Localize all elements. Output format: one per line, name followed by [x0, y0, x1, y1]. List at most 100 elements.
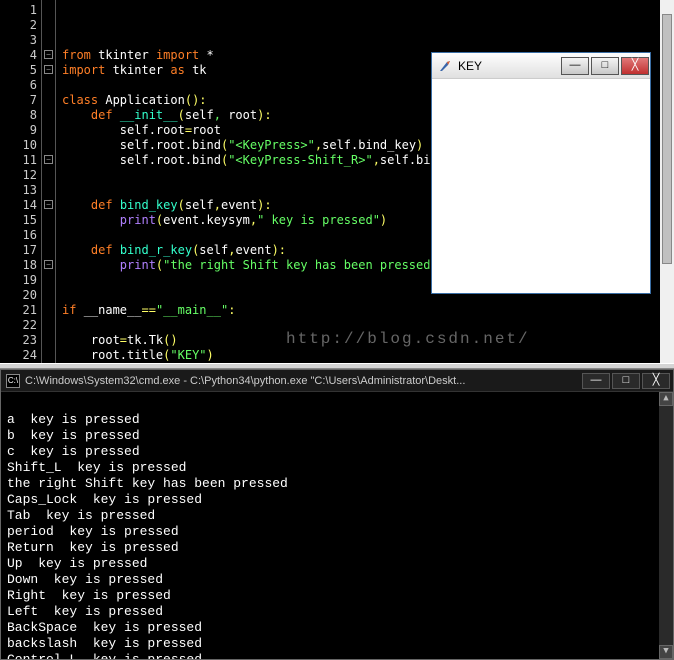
line-number: 8	[0, 108, 37, 123]
tkinter-app-window: KEY — □ ╳	[431, 52, 651, 294]
editor-vertical-scrollbar[interactable]	[660, 0, 674, 363]
cmd-vertical-scrollbar[interactable]: ▲ ▼	[659, 392, 673, 659]
token: print	[120, 213, 156, 227]
token: )	[380, 213, 387, 227]
token: def	[91, 108, 120, 122]
token	[62, 213, 120, 227]
token: self	[185, 108, 214, 122]
tk-feather-icon	[438, 59, 452, 73]
console-line: Down key is pressed	[7, 572, 667, 588]
scrollbar-thumb[interactable]	[662, 14, 672, 264]
console-line: period key is pressed	[7, 524, 667, 540]
token: self.root	[62, 123, 185, 137]
cmd-icon: C:\	[6, 374, 20, 388]
cmd-minimize-button[interactable]: —	[582, 373, 610, 389]
token: __name__	[84, 303, 142, 317]
token: import	[62, 63, 105, 77]
token: self.bind_key	[322, 138, 416, 152]
fold-toggle[interactable]: −	[44, 65, 53, 74]
token: as	[170, 63, 184, 77]
token: "the right Shift key has been pressed"	[163, 258, 438, 272]
token: :	[228, 303, 235, 317]
tk-window-title: KEY	[458, 59, 560, 73]
token: ==	[141, 303, 155, 317]
tk-minimize-button[interactable]: —	[561, 57, 589, 75]
line-number: 21	[0, 303, 37, 318]
console-line: backslash key is pressed	[7, 636, 667, 652]
token: tkinter	[91, 48, 156, 62]
line-number: 20	[0, 288, 37, 303]
token: Application	[105, 93, 184, 107]
code-line[interactable]: root.title("KEY")	[62, 348, 674, 363]
console-line: Caps_Lock key is pressed	[7, 492, 667, 508]
console-line: Left key is pressed	[7, 604, 667, 620]
line-number: 4	[0, 48, 37, 63]
fold-toggle[interactable]: −	[44, 155, 53, 164]
token: self	[199, 243, 228, 257]
token: ,	[214, 108, 221, 122]
token: def	[91, 198, 120, 212]
token: class	[62, 93, 105, 107]
line-number: 18	[0, 258, 37, 273]
line-number: 13	[0, 183, 37, 198]
tk-titlebar[interactable]: KEY — □ ╳	[432, 53, 650, 79]
line-number: 11	[0, 153, 37, 168]
console-line: b key is pressed	[7, 428, 667, 444]
console-line	[7, 396, 667, 412]
fold-column: − − − − −	[42, 0, 56, 363]
code-line[interactable]: if __name__=="__main__":	[62, 303, 674, 318]
token: tk	[185, 63, 207, 77]
fold-toggle[interactable]: −	[44, 200, 53, 209]
line-number: 2	[0, 18, 37, 33]
cmd-output-area[interactable]: a key is pressedb key is pressedc key is…	[1, 392, 673, 659]
cmd-window: C:\ C:\Windows\System32\cmd.exe - C:\Pyt…	[0, 369, 674, 660]
token: event.keysym	[163, 213, 250, 227]
token: (	[178, 198, 185, 212]
token: )	[416, 138, 423, 152]
line-number: 9	[0, 123, 37, 138]
token: def	[91, 243, 120, 257]
line-number: 7	[0, 93, 37, 108]
cmd-titlebar[interactable]: C:\ C:\Windows\System32\cmd.exe - C:\Pyt…	[1, 370, 673, 392]
line-number: 19	[0, 273, 37, 288]
tk-client-area[interactable]	[432, 79, 650, 293]
token: ,	[250, 213, 257, 227]
line-number: 6	[0, 78, 37, 93]
line-number: 12	[0, 168, 37, 183]
console-line: Tab key is pressed	[7, 508, 667, 524]
token: )	[207, 348, 214, 362]
scroll-down-button[interactable]: ▼	[659, 645, 673, 659]
console-line: Control_L key is pressed	[7, 652, 667, 659]
token: print	[120, 258, 156, 272]
line-number: 22	[0, 318, 37, 333]
token: root	[62, 333, 120, 347]
token: (	[178, 108, 185, 122]
cmd-close-button[interactable]: ╳	[642, 373, 670, 389]
token: ):	[257, 108, 271, 122]
token: ):	[257, 198, 271, 212]
line-number: 10	[0, 138, 37, 153]
tk-maximize-button[interactable]: □	[591, 57, 619, 75]
token: " key is pressed"	[257, 213, 380, 227]
tk-close-button[interactable]: ╳	[621, 57, 649, 75]
console-line: Right key is pressed	[7, 588, 667, 604]
watermark-text: http://blog.csdn.net/	[286, 332, 530, 347]
console-line: c key is pressed	[7, 444, 667, 460]
token: *	[199, 48, 213, 62]
token: ()	[163, 333, 177, 347]
token: self.root.bind	[62, 138, 221, 152]
console-line: Shift_L key is pressed	[7, 460, 667, 476]
line-number: 16	[0, 228, 37, 243]
cmd-maximize-button[interactable]: □	[612, 373, 640, 389]
line-number-gutter: 123456789101112131415161718192021222324	[0, 0, 42, 363]
scroll-up-button[interactable]: ▲	[659, 392, 673, 406]
fold-toggle[interactable]: −	[44, 260, 53, 269]
token: bind_key	[120, 198, 178, 212]
token: bind_r_key	[120, 243, 192, 257]
token: import	[156, 48, 199, 62]
token	[62, 243, 91, 257]
fold-toggle[interactable]: −	[44, 50, 53, 59]
token: =	[185, 123, 192, 137]
console-line: a key is pressed	[7, 412, 667, 428]
line-number: 14	[0, 198, 37, 213]
